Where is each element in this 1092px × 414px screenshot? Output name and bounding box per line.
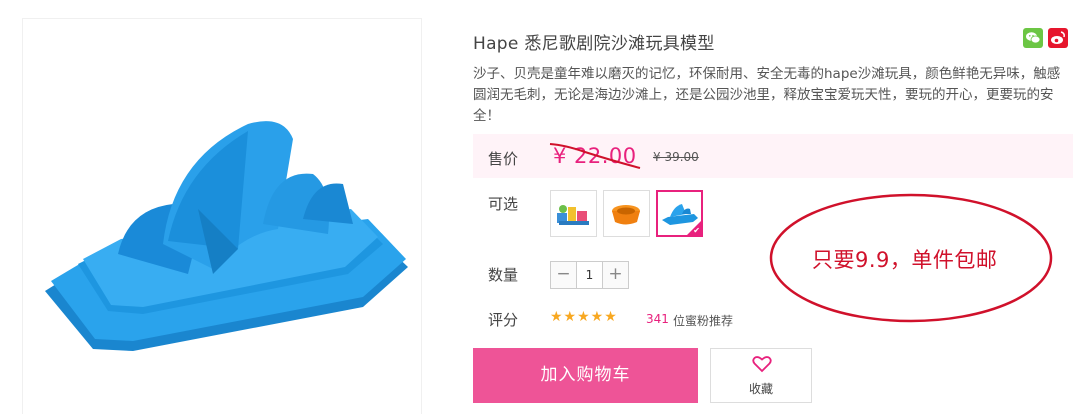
promo-text: 只要9.9，单件包邮 xyxy=(812,248,998,272)
product-description: 沙子、贝壳是童年难以磨灭的记忆，环保耐用、安全无毒的hape沙滩玩具，颜色鲜艳无… xyxy=(473,66,1061,124)
option-sand-toy-set[interactable] xyxy=(550,190,597,237)
add-to-cart-button[interactable]: 加入购物车 xyxy=(473,348,698,403)
quantity-minus-button[interactable]: − xyxy=(551,262,576,288)
product-image xyxy=(22,18,422,414)
option-orange-bucket[interactable] xyxy=(603,190,650,237)
quantity-input[interactable]: 1 xyxy=(576,262,603,288)
quantity-stepper: − 1 + xyxy=(550,261,629,289)
orange-bucket-mold-icon xyxy=(612,205,640,225)
rating-suffix: 位蜜粉推荐 xyxy=(673,314,734,328)
favorite-label: 收藏 xyxy=(748,382,773,396)
options-label: 可选 xyxy=(488,195,519,213)
quantity-plus-button[interactable]: + xyxy=(603,262,628,288)
checkmark-icon: ✔ xyxy=(693,226,700,235)
heart-icon xyxy=(752,356,772,373)
opera-house-mold-image xyxy=(45,121,408,351)
rating-count: 341 xyxy=(646,312,669,326)
favorite-button[interactable]: 收藏 xyxy=(710,348,812,403)
weibo-icon[interactable] xyxy=(1048,28,1068,48)
rating-label: 评分 xyxy=(488,311,519,329)
option-opera-house[interactable]: ✔ xyxy=(656,190,703,237)
sand-toy-set-icon xyxy=(557,205,589,225)
product-title: Hape 悉尼歌剧院沙滩玩具模型 xyxy=(473,34,715,54)
price-label: 售价 xyxy=(488,150,519,168)
original-price: ¥ 39.00 xyxy=(653,150,699,164)
wechat-icon[interactable] xyxy=(1023,28,1043,48)
quantity-label: 数量 xyxy=(488,266,519,284)
price-strike-mark xyxy=(549,143,641,169)
star-rating: ★★★★★ xyxy=(550,309,618,325)
